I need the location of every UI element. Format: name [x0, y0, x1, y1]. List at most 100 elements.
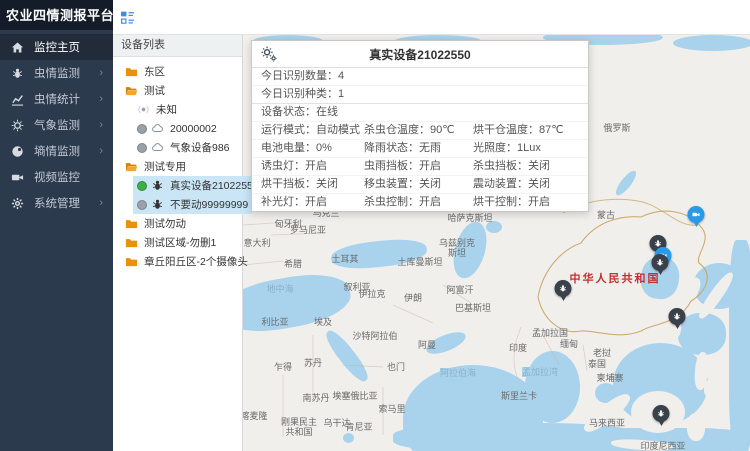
map-sea-shape — [343, 433, 354, 443]
sidebar-item-label: 系统管理 — [34, 195, 80, 211]
cloud-icon — [151, 141, 164, 154]
bug-icon — [559, 284, 568, 293]
device-list-panel: 设备列表 东区测试未知20000002气象设备986测试专用真实设备210225… — [113, 35, 243, 451]
sidebar-item-video-monitor[interactable]: 视频监控 — [0, 164, 113, 190]
map-marker-bug[interactable] — [669, 308, 686, 325]
tree-device-label: 气象设备986 — [170, 140, 230, 155]
tree-folder[interactable]: 东区 — [113, 62, 242, 81]
map-place-label: 印度 — [509, 343, 527, 353]
video-icon — [11, 171, 24, 184]
map-island-shape — [687, 413, 705, 441]
popup-data-cell: 虫雨挡板：开启 — [364, 158, 473, 175]
popup-data-row: 运行模式：自动模式杀虫仓温度：90℃烘干仓温度：87℃ — [252, 122, 588, 140]
popup-title: 真实设备21022550 — [369, 46, 470, 63]
tree-folder[interactable]: 章丘阳丘区-2个摄像头 — [113, 252, 242, 271]
map-place-label: 哈萨克斯坦 — [447, 213, 492, 223]
tree-folder[interactable]: 测试 — [113, 81, 242, 100]
chevron-right-icon: › — [99, 120, 103, 131]
sidebar-item-system-admin[interactable]: 系统管理› — [0, 190, 113, 216]
settings-gears-icon[interactable] — [261, 46, 277, 62]
map-place-label: 乍得 — [274, 362, 292, 372]
map-marker-bug[interactable] — [653, 405, 670, 422]
map-place-label: 南苏丹 — [302, 393, 329, 403]
map-marker-bug[interactable] — [555, 280, 572, 297]
topbar — [113, 0, 750, 35]
popup-data-row: 烘干挡板：关闭移虫装置：关闭震动装置：关闭 — [252, 176, 588, 194]
tree-folder[interactable]: 测试区域-勿删1 — [113, 233, 242, 252]
map-marker-camera[interactable] — [688, 206, 705, 223]
tree-device-label: 未知 — [156, 102, 177, 117]
gear-icon — [11, 197, 24, 210]
sidebar-item-label: 虫情统计 — [34, 91, 80, 107]
sidebar-item-label: 监控主页 — [34, 39, 80, 55]
popup-data-cell: 烘干挡板：关闭 — [261, 176, 364, 193]
tree-device-label: 20000002 — [170, 123, 217, 135]
chevron-right-icon: › — [99, 68, 103, 79]
tree-folder-label: 测试 — [144, 83, 165, 98]
tree-device[interactable]: 气象设备986 — [113, 138, 242, 157]
map-place-label: 埃塞俄比亚 — [332, 391, 377, 401]
sidebar-item-weather-monitor[interactable]: 气象监测› — [0, 112, 113, 138]
sidebar-menu: 监控主页虫情监测›虫情统计›气象监测›墒情监测›视频监控系统管理› — [0, 30, 113, 216]
folder-open-icon — [125, 84, 138, 97]
tree-folder[interactable]: 测试勿动 — [113, 214, 242, 233]
popup-data-cell: 诱虫灯：开启 — [261, 158, 364, 175]
popup-data-cell: 烘干控制：开启 — [473, 194, 588, 211]
bug-icon — [151, 198, 164, 211]
map-island-shape — [704, 379, 721, 399]
tree-device[interactable]: 不要动99999999 — [113, 195, 242, 214]
map-sea-shape — [486, 221, 502, 233]
map-place-label: 孟加拉国 — [532, 328, 568, 338]
popup-body: 今日识别数量：4今日识别种类：1设备状态：在线运行模式：自动模式杀虫仓温度：90… — [252, 68, 588, 211]
map-sea-shape — [673, 35, 750, 51]
tree-device[interactable]: 未知 — [113, 100, 242, 119]
map-place-label: 泰国 — [588, 359, 606, 369]
signal-icon — [137, 103, 150, 116]
cloud-icon — [151, 122, 164, 135]
popup-data-cell: 杀虫控制：开启 — [364, 194, 473, 211]
bug-icon — [673, 312, 682, 321]
map-place-label: 希腊 — [284, 259, 302, 269]
map-sea-shape — [243, 267, 354, 339]
popup-data-cell: 运行模式：自动模式 — [261, 122, 364, 139]
globe-icon — [11, 145, 24, 158]
popup-header: 真实设备21022550 — [252, 41, 588, 68]
popup-data-cell: 杀虫挡板：关闭 — [473, 158, 588, 175]
tree-device[interactable]: 20000002 — [113, 119, 242, 138]
device-status-dot — [137, 200, 147, 210]
sidebar-item-insect-monitor[interactable]: 虫情监测› — [0, 60, 113, 86]
device-status-dot — [137, 124, 147, 134]
map-marker-bug[interactable] — [652, 254, 669, 271]
chart-icon — [11, 93, 24, 106]
tree-device-label: 不要动99999999 — [170, 197, 248, 212]
popup-data-row: 电池电量：0%降雨状态：无雨光照度：1Lux — [252, 140, 588, 158]
map-sea-shape — [424, 328, 469, 359]
popup-data-cell: 移虫装置：关闭 — [364, 176, 473, 193]
chevron-right-icon: › — [99, 94, 103, 105]
tree-folder[interactable]: 测试专用 — [113, 157, 242, 176]
map-place-label: 肯尼亚 — [345, 422, 372, 432]
tree-toggle-icon[interactable] — [120, 10, 135, 25]
map-place-label: 俄罗斯 — [603, 123, 630, 133]
sidebar-item-monitor-home[interactable]: 监控主页 — [0, 34, 113, 60]
map-place-label: 乌干达 — [323, 418, 350, 428]
tree-folder-label: 章丘阳丘区-2个摄像头 — [144, 254, 248, 269]
sidebar-item-label: 墒情监测 — [34, 143, 80, 159]
sidebar-item-soil-monitor[interactable]: 墒情监测 › — [0, 138, 113, 164]
map-sea-shape — [613, 168, 639, 198]
popup-data-cell: 电池电量：0% — [261, 140, 364, 157]
map-sea-shape — [330, 236, 428, 272]
map-place-label: 罗马尼亚 — [290, 225, 326, 235]
map-sea-shape — [729, 240, 750, 451]
chevron-right-icon: › — [99, 146, 103, 157]
folder-closed-icon — [125, 255, 138, 268]
popup-data-cell: 光照度：1Lux — [473, 140, 588, 157]
sidebar-item-insect-stats[interactable]: 虫情统计 › — [0, 86, 113, 112]
device-status-dot — [137, 181, 147, 191]
map-place-label: 刚果民主 共和国 — [281, 417, 317, 437]
popup-data-row: 今日识别种类：1 — [252, 86, 588, 104]
tree-device[interactable]: 真实设备21022550 — [113, 176, 242, 195]
tree-device-label: 真实设备21022550 — [170, 178, 259, 193]
map-place-label: 喀麦隆 — [243, 411, 268, 421]
device-tree: 东区测试未知 20000002 气象设备986 测试专用真实设备21022550不要动… — [113, 57, 242, 271]
